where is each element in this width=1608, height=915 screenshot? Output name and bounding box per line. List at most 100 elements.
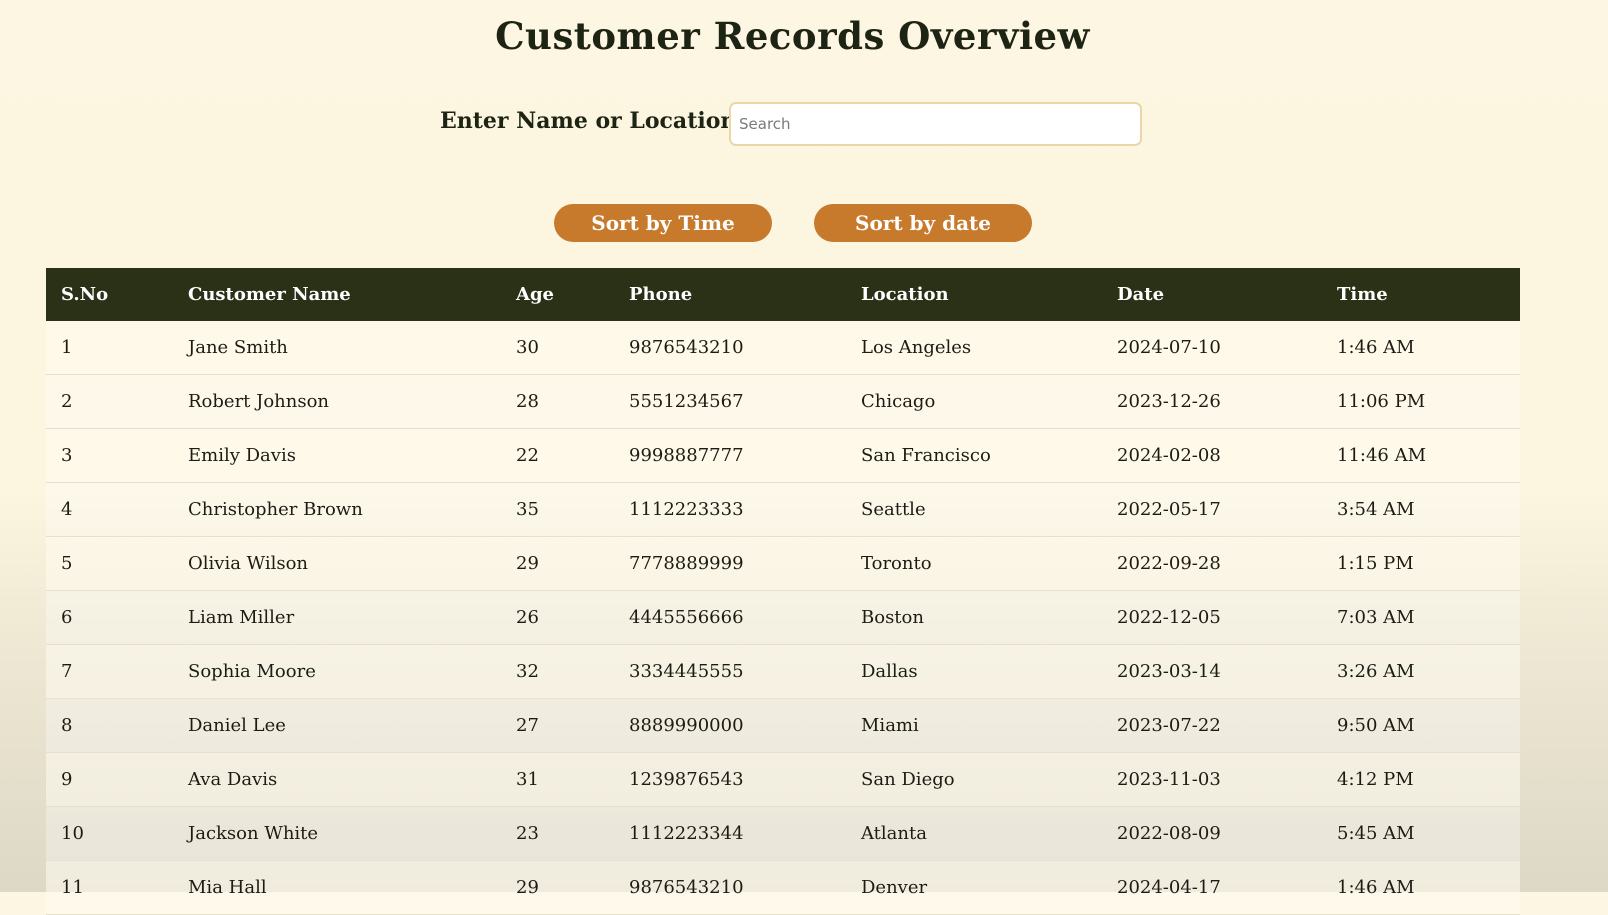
cell-customer-name: Jackson White — [173, 806, 501, 861]
cell-location: San Francisco — [846, 428, 1102, 483]
column-header-time[interactable]: Time — [1322, 268, 1520, 321]
cell-phone: 5551234567 — [614, 374, 846, 429]
cell-sno: 4 — [46, 482, 173, 537]
cell-location: San Diego — [846, 752, 1102, 807]
cell-customer-name: Jane Smith — [173, 321, 501, 375]
table-row: 5 Olivia Wilson 29 7778889999 Toronto 20… — [46, 536, 1520, 591]
column-header-date[interactable]: Date — [1102, 268, 1322, 321]
cell-age: 23 — [501, 806, 614, 861]
cell-customer-name: Christopher Brown — [173, 482, 501, 537]
cell-age: 31 — [501, 752, 614, 807]
sort-by-date-button[interactable]: Sort by date — [814, 204, 1032, 242]
cell-age: 28 — [501, 374, 614, 429]
cell-date: 2023-03-14 — [1102, 644, 1322, 699]
table-row: 3 Emily Davis 22 9998887777 San Francisc… — [46, 428, 1520, 483]
cell-age: 29 — [501, 860, 614, 915]
cell-date: 2023-12-26 — [1102, 374, 1322, 429]
cell-phone: 9998887777 — [614, 428, 846, 483]
cell-date: 2022-12-05 — [1102, 590, 1322, 645]
cell-customer-name: Liam Miller — [173, 590, 501, 645]
cell-phone: 3334445555 — [614, 644, 846, 699]
table-row: 2 Robert Johnson 28 5551234567 Chicago 2… — [46, 374, 1520, 429]
cell-phone: 9876543210 — [614, 321, 846, 375]
cell-sno: 1 — [46, 321, 173, 375]
table-row: 4 Christopher Brown 35 1112223333 Seattl… — [46, 482, 1520, 537]
table-row: 10 Jackson White 23 1112223344 Atlanta 2… — [46, 806, 1520, 861]
cell-time: 9:50 AM — [1322, 698, 1520, 753]
cell-date: 2022-08-09 — [1102, 806, 1322, 861]
cell-time: 11:46 AM — [1322, 428, 1520, 483]
cell-phone: 1112223344 — [614, 806, 846, 861]
cell-location: Chicago — [846, 374, 1102, 429]
cell-time: 7:03 AM — [1322, 590, 1520, 645]
cell-phone: 1112223333 — [614, 482, 846, 537]
column-header-sno[interactable]: S.No — [46, 268, 173, 321]
cell-time: 11:06 PM — [1322, 374, 1520, 429]
cell-age: 27 — [501, 698, 614, 753]
cell-age: 30 — [501, 321, 614, 375]
cell-customer-name: Emily Davis — [173, 428, 501, 483]
cell-location: Boston — [846, 590, 1102, 645]
table-row: 1 Jane Smith 30 9876543210 Los Angeles 2… — [46, 321, 1520, 375]
column-header-age[interactable]: Age — [501, 268, 614, 321]
cell-date: 2022-09-28 — [1102, 536, 1322, 591]
customer-records-table: S.No Customer Name Age Phone Location Da… — [46, 268, 1520, 915]
table-header-row: S.No Customer Name Age Phone Location Da… — [46, 268, 1520, 321]
cell-phone: 7778889999 — [614, 536, 846, 591]
cell-customer-name: Robert Johnson — [173, 374, 501, 429]
cell-sno: 2 — [46, 374, 173, 429]
page-title: Customer Records Overview — [495, 14, 1090, 58]
table-row: 6 Liam Miller 26 4445556666 Boston 2022-… — [46, 590, 1520, 645]
column-header-phone[interactable]: Phone — [614, 268, 846, 321]
cell-age: 29 — [501, 536, 614, 591]
cell-customer-name: Ava Davis — [173, 752, 501, 807]
cell-sno: 6 — [46, 590, 173, 645]
search-label: Enter Name or Location — [440, 108, 737, 134]
cell-age: 22 — [501, 428, 614, 483]
table-row: 8 Daniel Lee 27 8889990000 Miami 2023-07… — [46, 698, 1520, 753]
cell-customer-name: Daniel Lee — [173, 698, 501, 753]
cell-age: 35 — [501, 482, 614, 537]
cell-date: 2024-04-17 — [1102, 860, 1322, 915]
sort-by-time-button[interactable]: Sort by Time — [554, 204, 772, 242]
cell-customer-name: Mia Hall — [173, 860, 501, 915]
search-input[interactable] — [729, 102, 1142, 146]
cell-time: 3:54 AM — [1322, 482, 1520, 537]
cell-phone: 8889990000 — [614, 698, 846, 753]
cell-time: 1:46 AM — [1322, 321, 1520, 375]
cell-location: Atlanta — [846, 806, 1102, 861]
cell-time: 3:26 AM — [1322, 644, 1520, 699]
column-header-location[interactable]: Location — [846, 268, 1102, 321]
table-row: 11 Mia Hall 29 9876543210 Denver 2024-04… — [46, 860, 1520, 915]
cell-age: 32 — [501, 644, 614, 699]
cell-customer-name: Sophia Moore — [173, 644, 501, 699]
cell-time: 5:45 AM — [1322, 806, 1520, 861]
cell-sno: 10 — [46, 806, 173, 861]
cell-location: Dallas — [846, 644, 1102, 699]
cell-time: 1:15 PM — [1322, 536, 1520, 591]
cell-age: 26 — [501, 590, 614, 645]
cell-phone: 4445556666 — [614, 590, 846, 645]
column-header-customer-name[interactable]: Customer Name — [173, 268, 501, 321]
cell-time: 1:46 AM — [1322, 860, 1520, 915]
cell-sno: 5 — [46, 536, 173, 591]
cell-location: Toronto — [846, 536, 1102, 591]
cell-date: 2023-07-22 — [1102, 698, 1322, 753]
cell-sno: 8 — [46, 698, 173, 753]
cell-sno: 3 — [46, 428, 173, 483]
cell-date: 2023-11-03 — [1102, 752, 1322, 807]
cell-time: 4:12 PM — [1322, 752, 1520, 807]
cell-date: 2022-05-17 — [1102, 482, 1322, 537]
cell-date: 2024-07-10 — [1102, 321, 1322, 375]
cell-phone: 1239876543 — [614, 752, 846, 807]
cell-location: Seattle — [846, 482, 1102, 537]
cell-sno: 11 — [46, 860, 173, 915]
cell-location: Denver — [846, 860, 1102, 915]
cell-customer-name: Olivia Wilson — [173, 536, 501, 591]
cell-location: Los Angeles — [846, 321, 1102, 375]
cell-sno: 9 — [46, 752, 173, 807]
cell-date: 2024-02-08 — [1102, 428, 1322, 483]
cell-phone: 9876543210 — [614, 860, 846, 915]
cell-sno: 7 — [46, 644, 173, 699]
table-row: 9 Ava Davis 31 1239876543 San Diego 2023… — [46, 752, 1520, 807]
